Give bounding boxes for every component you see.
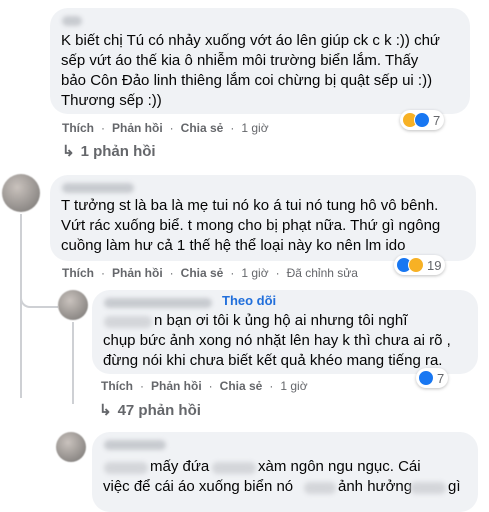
- reply-button[interactable]: Phản hồi: [112, 121, 163, 135]
- tagged-name-blurred[interactable]: [104, 462, 148, 474]
- like-icon: [418, 370, 434, 386]
- like-button[interactable]: Thích: [62, 121, 94, 135]
- commenter-name-blurred[interactable]: [62, 16, 82, 26]
- like-button[interactable]: Thích: [101, 379, 133, 393]
- comment-actions: Thích · Phản hồi · Chia sẻ · 1 giờ · Đã chỉn…: [62, 266, 358, 280]
- reply-name-blurred[interactable]: [104, 298, 212, 308]
- haha-icon: [408, 257, 424, 273]
- censored-word-blurred: [410, 482, 446, 494]
- timestamp[interactable]: 1 giờ: [241, 266, 268, 280]
- replies-count-label: 1 phản hồi: [80, 142, 156, 160]
- reaction-count: 7: [437, 370, 445, 386]
- reaction-count: 7: [433, 112, 441, 128]
- comment-text-e: gì: [448, 478, 461, 495]
- thread-line: [20, 214, 22, 398]
- reply-arrow-icon: ↳: [62, 143, 75, 160]
- timestamp[interactable]: 1 giờ: [241, 121, 268, 135]
- comment-actions: Thích · Phản hồi · Chia sẻ · 1 giờ: [62, 121, 269, 135]
- reaction-count: 19: [427, 257, 442, 273]
- timestamp[interactable]: 1 giờ: [280, 379, 307, 393]
- comment-text-a: mấy đứa: [150, 458, 210, 475]
- reply-text-line1: n bạn ơi tôi k ủng hộ ai nhưng tôi nghĩ: [154, 312, 408, 329]
- avatar[interactable]: [2, 174, 40, 212]
- comment-text: T tưởng st là ba là mẹ tui nó ko á tui n…: [61, 197, 441, 254]
- follow-link[interactable]: Theo dõi: [222, 293, 276, 308]
- reply-actions: Thích · Phản hồi · Chia sẻ · 1 giờ: [101, 379, 308, 393]
- thread-connector: [20, 290, 58, 308]
- replies-count-label: 47 phản hồi: [117, 401, 201, 419]
- like-icon: [414, 112, 430, 128]
- reply-text: chụp bức ảnh xong nó nhặt lên hay k thì …: [103, 332, 451, 369]
- reply-button[interactable]: Phản hồi: [151, 379, 202, 393]
- reply-button[interactable]: Phản hồi: [112, 266, 163, 280]
- comment-text-d: ảnh hưởng: [338, 478, 413, 495]
- commenter-name-blurred[interactable]: [104, 440, 166, 450]
- view-replies-button[interactable]: ↳ 47 phản hồi: [99, 401, 201, 420]
- censored-word-blurred: [304, 482, 336, 494]
- censored-word-blurred: [212, 462, 256, 474]
- like-button[interactable]: Thích: [62, 266, 94, 280]
- tagged-name-blurred[interactable]: [104, 316, 152, 328]
- view-replies-button[interactable]: ↳ 1 phản hồi: [62, 142, 156, 161]
- reply-avatar[interactable]: [58, 290, 88, 320]
- comment-text: K biết chị Tú có nhảy xuống vớt áo lên g…: [61, 32, 440, 109]
- reactions-summary[interactable]: 7: [416, 368, 449, 388]
- share-button[interactable]: Chia sẻ: [220, 379, 263, 393]
- reactions-summary[interactable]: 19: [394, 255, 446, 275]
- edited-label[interactable]: Đã chỉnh sửa: [287, 266, 358, 280]
- comment-text-c: việc để cái áo xuống biển nó: [103, 478, 294, 495]
- comment-text-b: xàm ngôn ngu ngục. Cái: [258, 458, 421, 475]
- thread-line: [72, 322, 74, 404]
- share-button[interactable]: Chia sẻ: [181, 266, 224, 280]
- avatar[interactable]: [56, 432, 86, 462]
- reactions-summary[interactable]: 7: [400, 110, 445, 130]
- share-button[interactable]: Chia sẻ: [181, 121, 224, 135]
- reply-arrow-icon: ↳: [99, 402, 112, 419]
- commenter-name-blurred[interactable]: [62, 183, 134, 193]
